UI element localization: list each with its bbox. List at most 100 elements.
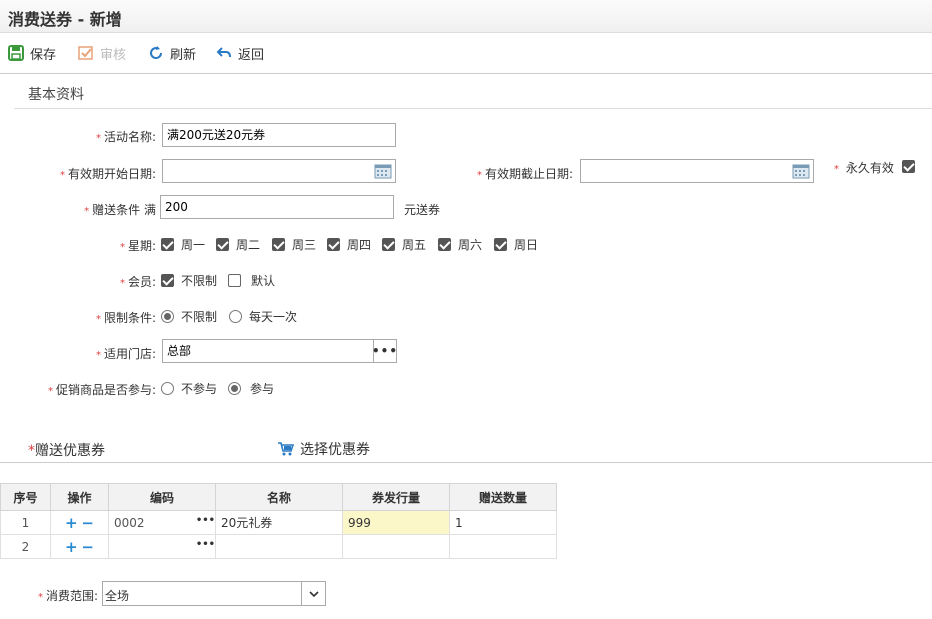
row-seq: 2 bbox=[0, 534, 51, 559]
scope-select[interactable]: 全场 bbox=[102, 581, 326, 606]
table-row: 1 + − 0002 ••• 20元礼券 999 1 bbox=[0, 510, 557, 535]
chevron-down-icon[interactable] bbox=[301, 582, 325, 605]
more-dots-icon[interactable]: ••• bbox=[196, 515, 215, 526]
required-mark: * bbox=[95, 314, 101, 325]
weekday-label: * 星期: bbox=[119, 239, 156, 253]
promo-no-radio[interactable] bbox=[161, 382, 174, 395]
end-date-label: * 有效期截止日期: bbox=[476, 167, 573, 181]
row-code-cell[interactable]: 0002 ••• bbox=[108, 510, 216, 535]
limit-label: * 限制条件: bbox=[95, 311, 156, 325]
limit-daily-option[interactable]: 每天一次 bbox=[229, 308, 297, 325]
member-default-option[interactable]: 默认 bbox=[228, 272, 275, 289]
row-code: 0002 bbox=[114, 515, 145, 530]
condition-suffix: 元送券 bbox=[404, 203, 441, 217]
back-arrow-icon bbox=[216, 47, 231, 58]
store-input[interactable]: 总部 bbox=[162, 339, 374, 363]
remove-row-icon[interactable]: − bbox=[81, 538, 94, 556]
row-issue[interactable] bbox=[342, 534, 450, 559]
weekday-checkbox[interactable] bbox=[494, 238, 507, 251]
add-row-icon[interactable]: + bbox=[65, 538, 78, 556]
column-header: 编码 bbox=[108, 483, 216, 511]
calendar-icon[interactable] bbox=[372, 161, 394, 181]
end-date-input[interactable] bbox=[580, 159, 814, 183]
weekday-wed[interactable]: 周三 bbox=[272, 236, 316, 253]
start-date-input[interactable] bbox=[162, 159, 396, 183]
column-header: 赠送数量 bbox=[449, 483, 557, 511]
condition-amount-input[interactable]: 200 bbox=[160, 195, 394, 219]
refresh-icon bbox=[150, 46, 163, 60]
column-header: 操作 bbox=[50, 483, 109, 511]
page-title: 消费送券 - 新增 bbox=[8, 10, 122, 29]
store-picker-button[interactable]: ••• bbox=[372, 339, 399, 363]
required-mark: * bbox=[476, 170, 482, 181]
weekday-checkbox[interactable] bbox=[327, 238, 340, 251]
limit-unlimited-radio[interactable] bbox=[161, 310, 174, 323]
limit-unlimited-option[interactable]: 不限制 bbox=[161, 308, 217, 325]
row-ops: + − bbox=[50, 510, 109, 535]
audit-icon bbox=[78, 46, 93, 60]
row-name bbox=[215, 534, 343, 559]
coupon-section-title: *赠送优惠券 bbox=[28, 443, 105, 459]
row-qty[interactable] bbox=[449, 534, 557, 559]
save-button[interactable]: 保存 bbox=[8, 43, 56, 63]
row-issue[interactable]: 999 bbox=[342, 510, 450, 535]
table-header-row: 序号 操作 编码 名称 券发行量 赠送数量 bbox=[0, 483, 557, 511]
forever-valid-checkbox[interactable] bbox=[902, 160, 915, 173]
weekday-checkbox[interactable] bbox=[438, 238, 451, 251]
weekday-checkbox[interactable] bbox=[216, 238, 229, 251]
toolbar: 保存 审核 刷新 返回 bbox=[0, 34, 932, 74]
refresh-button[interactable]: 刷新 bbox=[148, 43, 196, 63]
promo-no-option[interactable]: 不参与 bbox=[161, 380, 217, 397]
limit-daily-radio[interactable] bbox=[229, 310, 242, 323]
weekday-mon[interactable]: 周一 bbox=[161, 236, 205, 253]
save-icon bbox=[8, 45, 24, 61]
select-coupon-button[interactable]: 选择优惠券 bbox=[278, 439, 370, 459]
start-date-label: * 有效期开始日期: bbox=[59, 167, 156, 181]
more-dots-icon: ••• bbox=[372, 344, 399, 358]
member-unlimited-checkbox[interactable] bbox=[161, 274, 174, 287]
audit-label: 审核 bbox=[100, 47, 127, 63]
row-name: 20元礼券 bbox=[215, 510, 343, 535]
weekday-sun[interactable]: 周日 bbox=[494, 236, 538, 253]
weekday-sat[interactable]: 周六 bbox=[438, 236, 482, 253]
back-label: 返回 bbox=[238, 47, 265, 63]
basic-section-title: 基本资料 bbox=[28, 87, 84, 103]
weekday-fri[interactable]: 周五 bbox=[382, 236, 426, 253]
coupon-section-header: *赠送优惠券 选择优惠券 bbox=[0, 434, 932, 463]
forever-valid-label: * 永久有效 bbox=[834, 161, 894, 175]
scope-value: 全场 bbox=[105, 589, 130, 603]
row-code-cell[interactable]: ••• bbox=[108, 534, 216, 559]
activity-name-input[interactable]: 满200元送20元券 bbox=[162, 123, 396, 147]
required-mark: * bbox=[84, 206, 90, 217]
more-dots-icon[interactable]: ••• bbox=[196, 539, 215, 550]
required-mark: * bbox=[834, 164, 839, 175]
back-button[interactable]: 返回 bbox=[216, 43, 264, 63]
member-default-checkbox[interactable] bbox=[228, 274, 241, 287]
column-header: 券发行量 bbox=[342, 483, 450, 511]
member-label: * 会员: bbox=[119, 275, 156, 289]
cart-icon bbox=[278, 442, 294, 456]
title-bar: 消费送券 - 新增 bbox=[0, 0, 932, 33]
table-row: 2 + − ••• bbox=[0, 534, 557, 559]
row-ops: + − bbox=[50, 534, 109, 559]
weekday-tue[interactable]: 周二 bbox=[216, 236, 260, 253]
weekday-checkbox[interactable] bbox=[161, 238, 174, 251]
weekday-checkbox[interactable] bbox=[382, 238, 395, 251]
weekday-thu[interactable]: 周四 bbox=[327, 236, 371, 253]
column-header: 序号 bbox=[0, 483, 51, 511]
promo-yes-radio[interactable] bbox=[228, 382, 241, 395]
audit-button[interactable]: 审核 bbox=[78, 43, 126, 63]
promo-yes-option[interactable]: 参与 bbox=[228, 380, 274, 397]
calendar-icon[interactable] bbox=[790, 161, 812, 181]
add-row-icon[interactable]: + bbox=[65, 514, 78, 532]
row-seq: 1 bbox=[0, 510, 51, 535]
required-mark: * bbox=[38, 592, 43, 603]
store-label: * 适用门店: bbox=[95, 347, 156, 361]
member-unlimited-option[interactable]: 不限制 bbox=[161, 272, 217, 289]
remove-row-icon[interactable]: − bbox=[81, 514, 94, 532]
required-mark: * bbox=[119, 278, 125, 289]
weekday-checkbox[interactable] bbox=[272, 238, 285, 251]
row-qty[interactable]: 1 bbox=[449, 510, 557, 535]
activity-name-label: * 活动名称: bbox=[95, 130, 156, 144]
promo-label: * 促销商品是否参与: bbox=[47, 383, 156, 397]
